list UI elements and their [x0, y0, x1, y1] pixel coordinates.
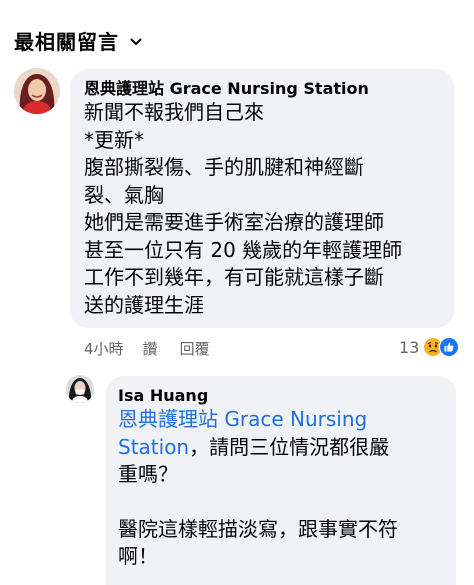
comment-author[interactable]: 恩典護理站 Grace Nursing Station — [84, 79, 440, 99]
comment-line: 甚至一位只有 20 幾歲的年輕護理師 — [84, 237, 403, 262]
comment-line: 裂、氣胸 — [84, 182, 164, 207]
reaction-icons — [423, 337, 460, 357]
like-reaction-icon — [439, 337, 460, 357]
avatar[interactable] — [66, 375, 94, 403]
mention-link-continued[interactable]: Station — [118, 435, 189, 459]
comment-meta: 4小時 讚 回覆 — [84, 338, 232, 359]
reaction-count: 13 — [399, 337, 420, 357]
reply-bubble: Isa Huang 恩典護理站 Grace Nursing Station，請問… — [106, 376, 456, 585]
reply-text: 恩典護理站 Grace Nursing Station，請問三位情況都很嚴 重嗎… — [118, 406, 444, 571]
avatar[interactable] — [14, 68, 60, 114]
comment-text: 新聞不報我們自己來 *更新* 腹部撕裂傷、手的肌腱和神經斷 裂、氣胸 她們是需要… — [84, 99, 440, 319]
comment-sort-dropdown[interactable]: 最相關留言 — [14, 26, 143, 55]
comment-line: *更新* — [84, 127, 144, 152]
sort-label: 最相關留言 — [14, 30, 119, 54]
comment-line: 腹部撕裂傷、手的肌腱和神經斷 — [84, 155, 364, 179]
comment-bubble: 恩典護理站 Grace Nursing Station 新聞不報我們自己來 *更… — [70, 69, 454, 328]
reply-author[interactable]: Isa Huang — [118, 386, 444, 406]
reaction-summary[interactable]: 13 — [399, 337, 460, 357]
comment-line: 工作不到幾年，有可能就這樣子斷 — [84, 265, 384, 289]
comment-timestamp[interactable]: 4小時 — [84, 338, 124, 359]
reply-blank-line — [118, 489, 444, 516]
mention-link[interactable]: 恩典護理站 Grace Nursing — [118, 406, 444, 434]
reply-line: 醫院這樣輕描淡寫，跟事實不符 — [118, 516, 398, 541]
comment-line: 她們是需要進手術室治療的護理師 — [84, 210, 384, 234]
like-button[interactable]: 讚 — [143, 338, 158, 359]
reply-line: ，請問三位情況都很嚴 — [189, 434, 390, 459]
reply-line: 啊！ — [118, 544, 158, 568]
comment-line: 新聞不報我們自己來 — [84, 100, 264, 124]
reply-button[interactable]: 回覆 — [180, 338, 210, 359]
chevron-down-icon — [129, 34, 143, 48]
reply-line: 重嗎？ — [118, 462, 178, 486]
comment-line: 送的護理生涯 — [84, 292, 204, 317]
